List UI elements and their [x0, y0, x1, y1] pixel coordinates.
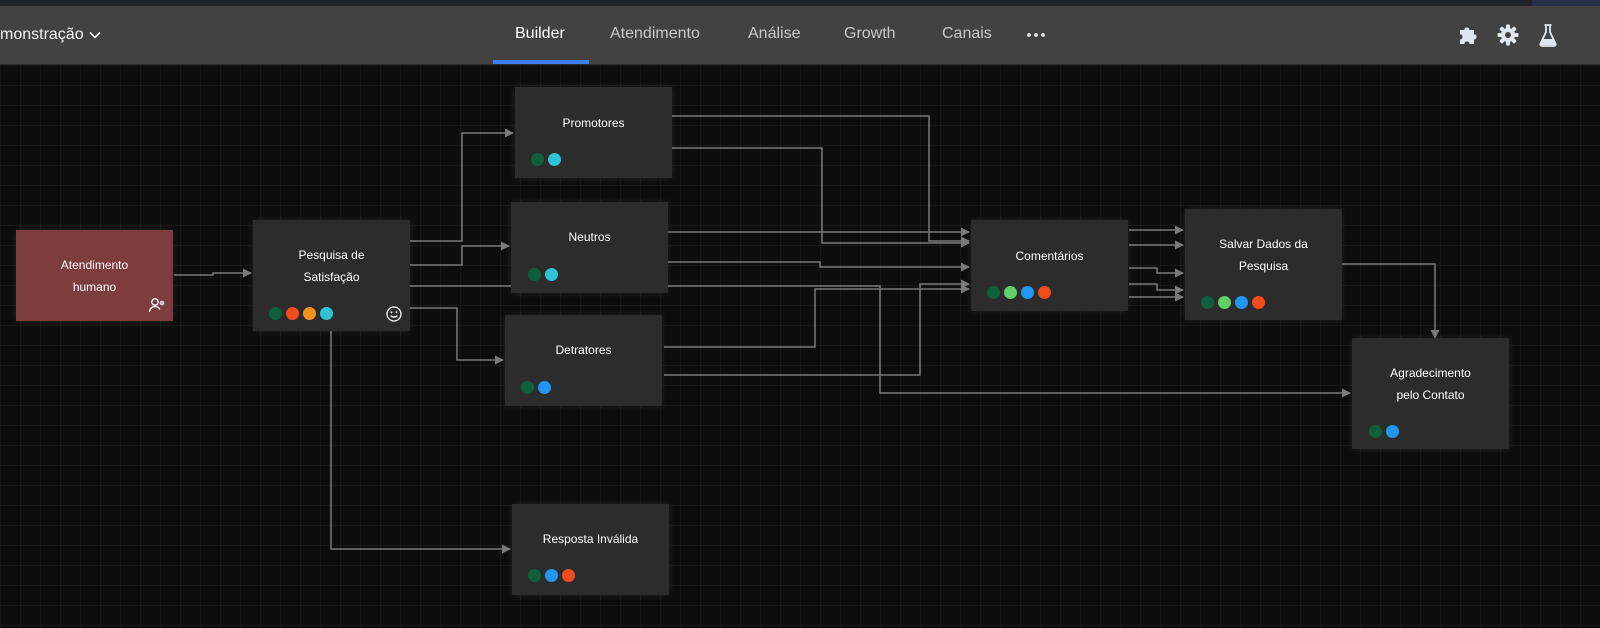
tab-canais[interactable]: Canais	[942, 6, 992, 64]
channel-dot	[286, 307, 299, 320]
wire-promotores-salvar	[672, 147, 970, 248]
channel-dot	[548, 153, 561, 166]
node-title: Agradecimento pelo Contato	[1390, 366, 1471, 402]
channel-dot	[1038, 286, 1051, 299]
node-salvar-dados[interactable]: Salvar Dados da Pesquisa	[1185, 209, 1342, 320]
wire-pesquisa-promotores	[410, 128, 514, 242]
wire-comentarios-salvar-c	[1129, 267, 1184, 278]
wire-pesquisa-neutros	[410, 241, 510, 266]
chevron-down-icon	[89, 6, 101, 64]
wire-neutros-comentarios-b	[668, 261, 970, 272]
node-agradecimento[interactable]: Agradecimento pelo Contato	[1352, 338, 1509, 449]
node-title: Atendimento humano	[60, 258, 129, 294]
wire-atendimento-pesquisa	[174, 268, 252, 278]
channel-dot	[1004, 286, 1017, 299]
node-comentarios[interactable]: Comentários	[971, 220, 1128, 311]
wire-detratores-comentarios-b	[664, 279, 970, 376]
extensions-puzzle-icon[interactable]	[1454, 21, 1482, 49]
tab-builder[interactable]: Builder	[515, 6, 565, 64]
node-promotores[interactable]: Promotores	[515, 87, 672, 178]
node-dots	[1369, 425, 1399, 438]
node-title: Resposta Inválida	[542, 532, 639, 546]
top-navigation-bar: monstração Builder Atendimento Análise G…	[0, 6, 1600, 65]
node-dots	[987, 286, 1051, 299]
channel-dot	[1201, 296, 1214, 309]
channel-dot	[1386, 425, 1399, 438]
node-dots	[269, 307, 333, 320]
node-title: Promotores	[562, 116, 625, 130]
node-resposta-invalida[interactable]: Resposta Inválida	[512, 504, 669, 595]
node-title: Detratores	[555, 343, 612, 357]
flow-canvas[interactable]: Atendimento humano Pesquisa de Satisfaçã…	[0, 65, 1600, 628]
node-dots	[1201, 296, 1265, 309]
wire-pesquisa-detratores	[410, 307, 504, 365]
channel-dot	[1235, 296, 1248, 309]
active-tab-indicator	[493, 60, 589, 64]
channel-dot	[531, 153, 544, 166]
channel-dot	[528, 569, 541, 582]
channel-dot	[1252, 296, 1265, 309]
bot-selector[interactable]: monstração	[0, 6, 101, 64]
channel-dot	[1218, 296, 1231, 309]
settings-gear-icon[interactable]	[1494, 21, 1522, 49]
wire-promotores-comentarios	[672, 115, 970, 246]
channel-dot	[320, 307, 333, 320]
channel-dot	[987, 286, 1000, 299]
node-detratores[interactable]: Detratores	[505, 315, 662, 406]
tab-analise[interactable]: Análise	[748, 6, 800, 64]
node-dots	[528, 268, 558, 281]
tab-growth[interactable]: Growth	[844, 6, 896, 64]
node-neutros[interactable]: Neutros	[511, 202, 668, 293]
node-title: Pesquisa de Satisfação	[298, 248, 365, 284]
human-agent-icon	[148, 296, 166, 314]
node-title: Salvar Dados da Pesquisa	[1219, 237, 1308, 273]
channel-dot	[545, 569, 558, 582]
channel-dot	[538, 381, 551, 394]
wire-comentarios-salvar-d	[1129, 283, 1184, 295]
node-dots	[531, 153, 561, 166]
node-title: Neutros	[568, 230, 611, 244]
wire-detratores-comentarios-a	[664, 284, 970, 348]
tab-atendimento[interactable]: Atendimento	[610, 6, 700, 64]
channel-dot	[303, 307, 316, 320]
node-dots	[528, 569, 575, 582]
smiley-icon	[385, 305, 403, 323]
node-pesquisa-satisfacao[interactable]: Pesquisa de Satisfação	[253, 220, 410, 331]
node-title: Comentários	[1015, 249, 1084, 263]
channel-dot	[528, 268, 541, 281]
channel-dot	[1369, 425, 1382, 438]
node-dots	[521, 381, 551, 394]
bot-name: monstração	[0, 26, 84, 44]
wire-salvar-agradecimento	[1342, 263, 1440, 339]
channel-dot	[269, 307, 282, 320]
channel-dot	[521, 381, 534, 394]
node-atendimento-humano[interactable]: Atendimento humano	[16, 230, 173, 321]
lab-flask-icon[interactable]	[1534, 21, 1562, 49]
wire-pesquisa-resposta	[330, 331, 511, 554]
channel-dot	[562, 569, 575, 582]
ellipsis-icon[interactable]	[1024, 6, 1048, 64]
channel-dot	[1021, 286, 1034, 299]
channel-dot	[545, 268, 558, 281]
